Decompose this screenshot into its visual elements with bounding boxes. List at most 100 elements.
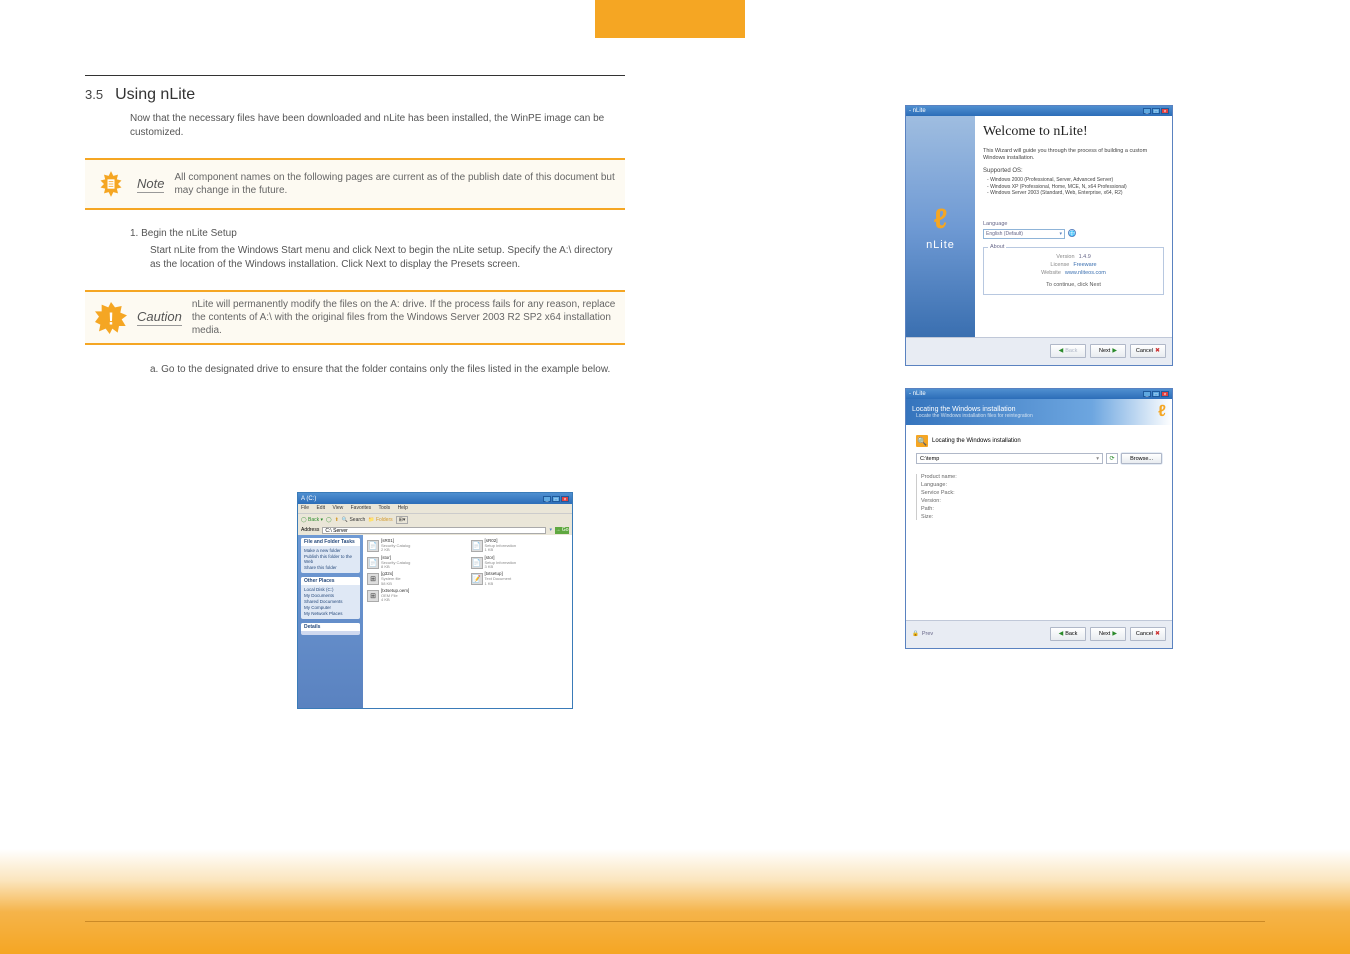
nlite-footer: ◀Back Next▶ Cancel✖ (906, 337, 1172, 363)
folders-button[interactable]: 📁 Folders (368, 517, 392, 523)
nlite-titlebar: - nLite _ □ × (906, 106, 1172, 116)
window-controls: _ □ × (1143, 108, 1169, 114)
menu-bar: File Edit View Favorites Tools Help (298, 504, 572, 513)
search-button[interactable]: 🔍 Search (342, 517, 365, 523)
footer-rule (85, 921, 1265, 922)
footer-gradient (0, 849, 1350, 954)
back-button[interactable]: ◀Back (1050, 627, 1086, 641)
info-version: Version: (921, 498, 1162, 504)
tasks-header: File and Folder Tasks (301, 538, 360, 546)
minimize-button[interactable]: _ (543, 496, 551, 502)
place-my-computer[interactable]: My Computer (304, 605, 357, 610)
maximize-button[interactable]: □ (1152, 391, 1160, 397)
next-button[interactable]: Next▶ (1090, 627, 1126, 641)
details-header: Details (301, 623, 360, 631)
nlite-logo-icon: ℓ (1158, 403, 1166, 421)
banner-sub: Locate the Windows installation files fo… (916, 413, 1033, 419)
menu-tools[interactable]: Tools (378, 505, 390, 511)
close-button[interactable]: × (1161, 391, 1169, 397)
cancel-button[interactable]: Cancel✖ (1130, 344, 1166, 358)
task-publish[interactable]: Publish this folder to the Web (304, 554, 357, 564)
file-item[interactable]: 📝[txtsetup]Text Document1 KB (471, 572, 569, 586)
caution-icon: ! (93, 300, 129, 336)
main-content: 3.5 Using nLite Now that the necessary f… (85, 75, 625, 377)
path-input[interactable]: C:\temp (916, 453, 1103, 464)
close-button[interactable]: × (1161, 108, 1169, 114)
back-button[interactable]: ◯ Back ▾ (301, 517, 323, 523)
task-new-folder[interactable]: Make a new folder (304, 548, 357, 553)
place-network[interactable]: My Network Places (304, 611, 357, 616)
banner-title: Locating the Windows installation (912, 406, 1033, 413)
section-title: Using nLite (115, 86, 195, 104)
menu-file[interactable]: File (301, 505, 309, 511)
go-button[interactable]: → Go (555, 527, 569, 534)
step-1-heading: 1. Begin the nLite Setup (130, 228, 625, 239)
place-shared-docs[interactable]: Shared Documents (304, 599, 357, 604)
supported-list: Windows 2000 (Professional, Server, Adva… (987, 177, 1164, 197)
nlite-footer: 🔒 Prev ◀Back Next▶ Cancel✖ (906, 620, 1172, 646)
section-heading: 3.5 Using nLite (85, 86, 625, 104)
supported-item: Windows Server 2003 (Standard, Web, Ente… (987, 190, 1164, 197)
details-panel: Details (301, 623, 360, 635)
language-dropdown[interactable]: English (Default) (983, 229, 1065, 239)
address-input[interactable]: C:\ Server (322, 527, 546, 534)
path-row: C:\temp ⟳ Browse... (916, 453, 1162, 464)
minimize-button[interactable]: _ (1143, 108, 1151, 114)
minimize-button[interactable]: _ (1143, 391, 1151, 397)
file-item[interactable]: 📄[sR01]Security Catalog2 KB (367, 539, 465, 553)
up-button[interactable]: ⬆ (335, 517, 339, 523)
nlite-header-banner: Locating the Windows installation Locate… (906, 399, 1172, 425)
maximize-button[interactable]: □ (552, 496, 560, 502)
menu-help[interactable]: Help (398, 505, 408, 511)
nlite-body: Locating the Windows installation Locate… (906, 399, 1172, 620)
caution-callout: ! Caution nLite will permanently modify … (85, 290, 625, 345)
caution-label: Caution (137, 309, 182, 326)
file-item[interactable]: 📄[stor]Setup Information3 KB (471, 556, 569, 570)
cancel-button[interactable]: Cancel✖ (1130, 627, 1166, 641)
next-button[interactable]: Next▶ (1090, 344, 1126, 358)
window-controls: _ □ × (543, 496, 569, 502)
file-item[interactable]: ⊞[g32x]System file58 KB (367, 572, 465, 586)
file-icon: 📄 (471, 540, 483, 552)
locating-label: Locating the Windows installation (932, 438, 1021, 444)
license-value: Freeware (1073, 262, 1096, 268)
refresh-button[interactable]: ⟳ (1106, 453, 1118, 464)
file-icon: ⊞ (367, 573, 379, 585)
info-sp: Service Pack: (921, 490, 1162, 496)
file-item[interactable]: ⊞[txtsetup.oem]OEM File4 KB (367, 589, 465, 603)
maximize-button[interactable]: □ (1152, 108, 1160, 114)
explorer-body: File and Folder Tasks Make a new folder … (298, 535, 572, 708)
back-button[interactable]: ◀Back (1050, 344, 1086, 358)
prev-link[interactable]: 🔒 Prev (912, 631, 933, 637)
info-list: Product name: Language: Service Pack: Ve… (916, 474, 1162, 520)
info-path: Path: (921, 506, 1162, 512)
file-item[interactable]: 📄[stor]Security Catalog8 KB (367, 556, 465, 570)
other-places-header: Other Places (301, 577, 360, 585)
step-1-text: Start nLite from the Windows Start menu … (150, 244, 625, 272)
nlite-main: 🔍 Locating the Windows installation C:\t… (906, 425, 1172, 620)
file-icon: 📄 (367, 540, 379, 552)
locating-row: 🔍 Locating the Windows installation (916, 435, 1162, 447)
views-button[interactable]: ⊞▾ (396, 516, 409, 524)
menu-view[interactable]: View (332, 505, 343, 511)
nlite-right-panel: Welcome to nLite! This Wizard will guide… (975, 116, 1172, 337)
task-share[interactable]: Share this folder (304, 565, 357, 570)
close-button[interactable]: × (561, 496, 569, 502)
place-my-documents[interactable]: My Documents (304, 593, 357, 598)
info-size: Size: (921, 514, 1162, 520)
globe-icon[interactable]: 🌐 (1068, 229, 1076, 237)
header-accent (595, 0, 745, 38)
info-product: Product name: (921, 474, 1162, 480)
file-item[interactable]: 📄[sR02]Setup Information1 KB (471, 539, 569, 553)
window-controls: _ □ × (1143, 391, 1169, 397)
step-a-text: Go to the designated drive to ensure tha… (161, 364, 610, 375)
folder-screenshot: A (C:) _ □ × File Edit View Favorites To… (297, 492, 573, 709)
note-label: Note (137, 176, 164, 193)
place-local-disk[interactable]: Local Disk (C:) (304, 587, 357, 592)
browse-button[interactable]: Browse... (1121, 453, 1162, 464)
menu-edit[interactable]: Edit (316, 505, 325, 511)
website-link[interactable]: www.nliteos.com (1065, 270, 1106, 276)
forward-button[interactable]: ◯ (326, 517, 332, 523)
file-list: 📄[sR01]Security Catalog2 KB 📄[sR02]Setup… (363, 535, 572, 708)
menu-favorites[interactable]: Favorites (351, 505, 372, 511)
